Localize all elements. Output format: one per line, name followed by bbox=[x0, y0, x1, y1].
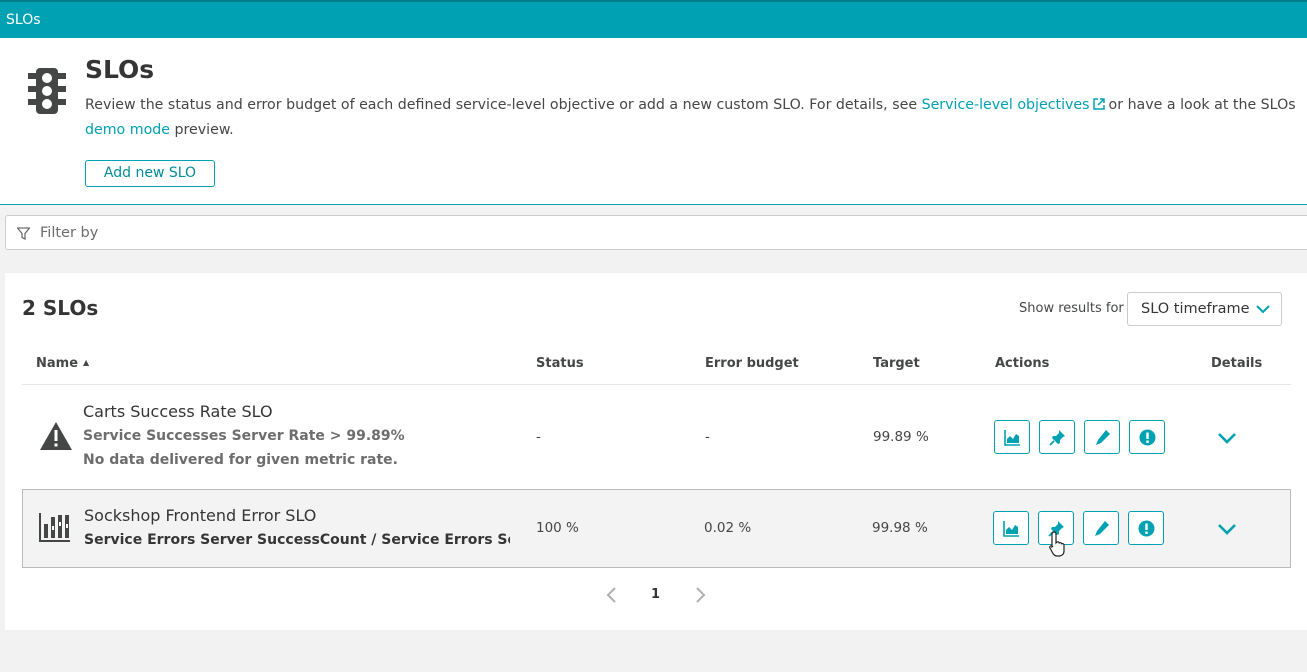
slo-note: No data delivered for given metric rate. bbox=[83, 452, 398, 468]
page-title: SLOs bbox=[85, 55, 155, 84]
timeframe-select[interactable]: SLO timeframe bbox=[1127, 292, 1282, 326]
alert-button[interactable] bbox=[1129, 420, 1165, 454]
chevron-down-icon bbox=[1256, 305, 1270, 314]
external-link-icon bbox=[1092, 98, 1105, 110]
traffic-light-icon bbox=[28, 68, 66, 114]
slo-status: - bbox=[536, 429, 541, 445]
pin-icon bbox=[1049, 430, 1065, 446]
chart-icon bbox=[1004, 430, 1020, 446]
slo-error-budget: 0.02 % bbox=[704, 520, 752, 536]
slo-target: 99.89 % bbox=[873, 429, 929, 445]
edit-icon bbox=[1095, 521, 1109, 536]
slo-count: 2 SLOs bbox=[22, 296, 99, 320]
filter-icon bbox=[17, 227, 30, 240]
column-header-target: Target bbox=[873, 356, 920, 371]
sort-ascending-icon: ▲ bbox=[83, 358, 90, 367]
column-header-error-budget: Error budget bbox=[705, 356, 799, 371]
slo-metric: Service Errors Server SuccessCount / Ser… bbox=[84, 532, 510, 548]
demo-mode-link[interactable]: demo mode bbox=[85, 122, 170, 138]
expand-chevron-icon[interactable] bbox=[1217, 522, 1237, 536]
chart-button[interactable] bbox=[994, 420, 1030, 454]
column-header-status: Status bbox=[536, 356, 584, 371]
edit-button[interactable] bbox=[1084, 420, 1120, 454]
expand-chevron-icon[interactable] bbox=[1217, 431, 1237, 445]
table-row: Sockshop Frontend Error SLO Service Erro… bbox=[22, 489, 1291, 568]
column-header-name-label: Name bbox=[36, 356, 79, 371]
page-header: SLOs Review the status and error budget … bbox=[0, 38, 1307, 205]
alert-button[interactable] bbox=[1128, 511, 1164, 545]
service-level-objectives-link[interactable]: Service-level objectives bbox=[922, 97, 1090, 113]
description-text-end: preview. bbox=[169, 122, 234, 138]
alert-icon bbox=[1138, 520, 1155, 537]
next-page-icon[interactable] bbox=[695, 586, 707, 604]
description-text-mid: or have a look at the SLOs bbox=[1108, 97, 1296, 113]
slo-error-budget: - bbox=[705, 429, 710, 445]
column-header-actions: Actions bbox=[995, 356, 1050, 371]
edit-button[interactable] bbox=[1083, 511, 1119, 545]
show-results-label: Show results for bbox=[1019, 301, 1124, 316]
alert-icon bbox=[1139, 429, 1156, 446]
slo-name[interactable]: Carts Success Rate SLO bbox=[83, 402, 273, 421]
chart-icon bbox=[1003, 521, 1019, 537]
column-header-details: Details bbox=[1211, 356, 1263, 371]
slo-status: 100 % bbox=[536, 520, 579, 536]
timeframe-select-value: SLO timeframe bbox=[1141, 301, 1250, 317]
filter-bar[interactable] bbox=[5, 215, 1307, 250]
pin-button[interactable] bbox=[1039, 420, 1075, 454]
top-bar: SLOs bbox=[0, 0, 1307, 38]
slo-metric: Service Successes Server Rate > 99.89% bbox=[83, 428, 405, 444]
slo-name[interactable]: Sockshop Frontend Error SLO bbox=[84, 506, 316, 525]
chart-button[interactable] bbox=[993, 511, 1029, 545]
column-header-name[interactable]: Name ▲ bbox=[36, 356, 89, 371]
edit-icon bbox=[1096, 430, 1110, 445]
page-number[interactable]: 1 bbox=[651, 587, 660, 602]
page-description: Review the status and error budget of ea… bbox=[85, 93, 1300, 143]
filter-input[interactable] bbox=[40, 216, 1240, 249]
description-text: Review the status and error budget of ea… bbox=[85, 97, 922, 113]
bar-chart-icon bbox=[39, 513, 70, 542]
hand-cursor-icon bbox=[1049, 531, 1065, 557]
slo-list-panel: 2 SLOs Show results for SLO timeframe Na… bbox=[5, 273, 1307, 630]
add-new-slo-button[interactable]: Add new SLO bbox=[85, 160, 215, 187]
slo-target: 99.98 % bbox=[872, 520, 928, 536]
previous-page-icon[interactable] bbox=[605, 586, 617, 604]
table-row: Carts Success Rate SLO Service Successes… bbox=[22, 385, 1291, 478]
top-bar-title: SLOs bbox=[6, 12, 41, 28]
warning-icon bbox=[40, 422, 72, 450]
